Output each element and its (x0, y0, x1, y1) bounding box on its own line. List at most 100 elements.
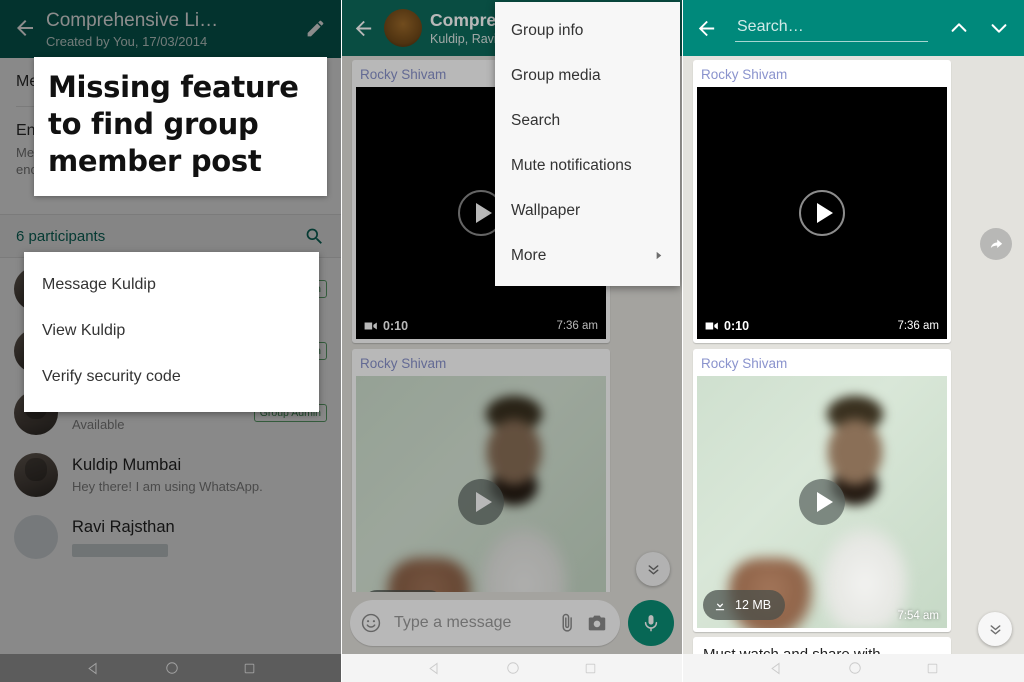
panel-group-info: Comprehensive Li… Created by You, 17/03/… (0, 0, 341, 682)
arrow-back-icon (352, 17, 375, 40)
forward-message-button[interactable] (980, 228, 1012, 260)
nav-home-circle-icon[interactable] (848, 661, 862, 675)
nav-home-circle-icon[interactable] (165, 661, 179, 675)
participant-row-kuldip[interactable]: Kuldip Mumbai Hey there! I am using What… (0, 444, 341, 506)
message-bubble-photo-video[interactable]: Rocky Shivam 12 MB 7:54 am (352, 349, 610, 632)
video-duration-group: 0:10 (705, 319, 749, 333)
emoji-smiley-icon[interactable] (360, 612, 382, 634)
nav-recents-square-icon[interactable] (926, 662, 939, 675)
download-arrow-icon (713, 598, 727, 612)
download-pill[interactable]: 12 MB (703, 590, 786, 620)
participant-name: Kuldip Mumbai (72, 455, 182, 474)
search-header (683, 0, 1024, 56)
voice-record-button[interactable] (628, 600, 674, 646)
nav-back-triangle-icon[interactable] (769, 661, 784, 676)
participant-info: Kuldip Mumbai Hey there! I am using What… (72, 455, 327, 496)
search-prev-button[interactable] (944, 8, 974, 48)
nav-back-triangle-icon[interactable] (86, 661, 101, 676)
participant-context-menu: Message Kuldip View Kuldip Verify securi… (24, 252, 319, 412)
callout-line-1: Missing feature (48, 70, 299, 104)
menu-item-group-info[interactable]: Group info (495, 8, 680, 53)
chat-overflow-menu: Group info Group media Search Mute notif… (495, 2, 680, 286)
callout-line-3: member post (48, 144, 262, 178)
message-row: Rocky Shivam 0:10 7:36 am (683, 56, 1024, 343)
message-input-placeholder[interactable]: Type a message (390, 614, 548, 632)
menu-item-group-media[interactable]: Group media (495, 53, 680, 98)
play-icon[interactable] (799, 190, 845, 236)
menu-item-label: Group info (511, 22, 584, 39)
panel-chat-search: Rocky Shivam 0:10 7:36 am (682, 0, 1024, 682)
message-bubble-video[interactable]: Rocky Shivam 0:10 7:36 am (693, 60, 951, 343)
avatar (14, 453, 58, 497)
search-field-wrapper (729, 14, 934, 42)
scroll-to-bottom-button[interactable] (978, 612, 1012, 646)
video-meta: 0:10 7:36 am (697, 313, 947, 339)
nav-recents-square-icon[interactable] (243, 662, 256, 675)
menu-item-label: More (511, 247, 547, 264)
menu-item-label: Wallpaper (511, 202, 581, 219)
menu-item-view-kuldip[interactable]: View Kuldip (24, 308, 319, 354)
message-time: 7:36 am (897, 320, 939, 332)
menu-item-mute-notifications[interactable]: Mute notifications (495, 143, 680, 188)
microphone-icon (641, 613, 661, 633)
message-input-bar: Type a message (342, 592, 682, 654)
search-icon[interactable] (304, 226, 325, 247)
back-button[interactable] (350, 17, 376, 40)
message-row: Rocky Shivam 12 MB 7:54 am (683, 343, 1024, 632)
video-duration-group: 0:10 (364, 319, 408, 333)
android-nav-bar (0, 654, 341, 682)
message-sender: Rocky Shivam (701, 67, 788, 82)
participant-status (72, 544, 168, 557)
play-icon[interactable] (458, 479, 504, 525)
android-nav-bar (342, 654, 682, 682)
callout-line-2: to find group (48, 107, 259, 141)
photo-video-thumbnail[interactable]: 12 MB 7:54 am (697, 376, 947, 628)
paperclip-icon[interactable] (556, 612, 578, 634)
message-sender: Rocky Shivam (701, 356, 788, 371)
menu-item-wallpaper[interactable]: Wallpaper (495, 188, 680, 233)
video-camera-icon (705, 321, 719, 331)
back-button[interactable] (693, 17, 719, 40)
chevron-down-icon (988, 17, 1010, 39)
group-info-titles: Comprehensive Li… Created by You, 17/03/… (40, 8, 301, 51)
menu-item-label: Mute notifications (511, 157, 632, 174)
avatar (14, 515, 58, 559)
menu-item-message-kuldip[interactable]: Message Kuldip (24, 262, 319, 308)
message-sender: Rocky Shivam (360, 356, 447, 371)
video-camera-icon (364, 321, 378, 331)
play-icon[interactable] (799, 479, 845, 525)
search-input[interactable] (735, 14, 928, 42)
menu-item-search[interactable]: Search (495, 98, 680, 143)
menu-item-label: Group media (511, 67, 601, 84)
message-time: 7:36 am (556, 320, 598, 332)
nav-back-triangle-icon[interactable] (427, 661, 442, 676)
pencil-edit-icon (305, 18, 326, 39)
participants-count: 6 participants (16, 227, 106, 245)
group-avatar[interactable] (384, 9, 422, 47)
search-next-button[interactable] (984, 8, 1014, 48)
message-input-pill[interactable]: Type a message (350, 600, 620, 646)
participant-name: Ravi Rajsthan (72, 518, 175, 536)
back-button[interactable] (10, 8, 40, 48)
group-created-subtitle: Created by You, 17/03/2014 (46, 34, 208, 49)
chevron-double-down-icon (987, 621, 1004, 638)
camera-icon[interactable] (586, 612, 608, 634)
nav-home-circle-icon[interactable] (506, 661, 520, 675)
participant-info: Ravi Rajsthan (72, 517, 327, 557)
video-thumbnail[interactable]: 0:10 7:36 am (697, 87, 947, 339)
message-row: Rocky Shivam 12 MB 7:54 am (342, 343, 682, 632)
panel-chat-overflow: Compreher Kuldip, Ravi, Ro Rocky Shivam (341, 0, 682, 682)
menu-item-more[interactable]: More (495, 233, 680, 278)
participant-row-ravi[interactable]: Ravi Rajsthan (0, 506, 341, 568)
message-bubble-photo-video[interactable]: Rocky Shivam 12 MB 7:54 am (693, 349, 951, 632)
arrow-back-icon (13, 16, 37, 40)
edit-group-button[interactable] (301, 8, 329, 48)
photo-video-thumbnail[interactable]: 12 MB 7:54 am (356, 376, 606, 628)
chat-message-list[interactable]: Rocky Shivam 0:10 7:36 am (683, 56, 1024, 682)
nav-recents-square-icon[interactable] (584, 662, 597, 675)
scroll-to-bottom-button[interactable] (636, 552, 670, 586)
menu-item-label: Search (511, 112, 561, 129)
forward-arrow-icon (988, 236, 1005, 253)
menu-item-verify-security-code[interactable]: Verify security code (24, 354, 319, 400)
chevron-up-icon (948, 17, 970, 39)
